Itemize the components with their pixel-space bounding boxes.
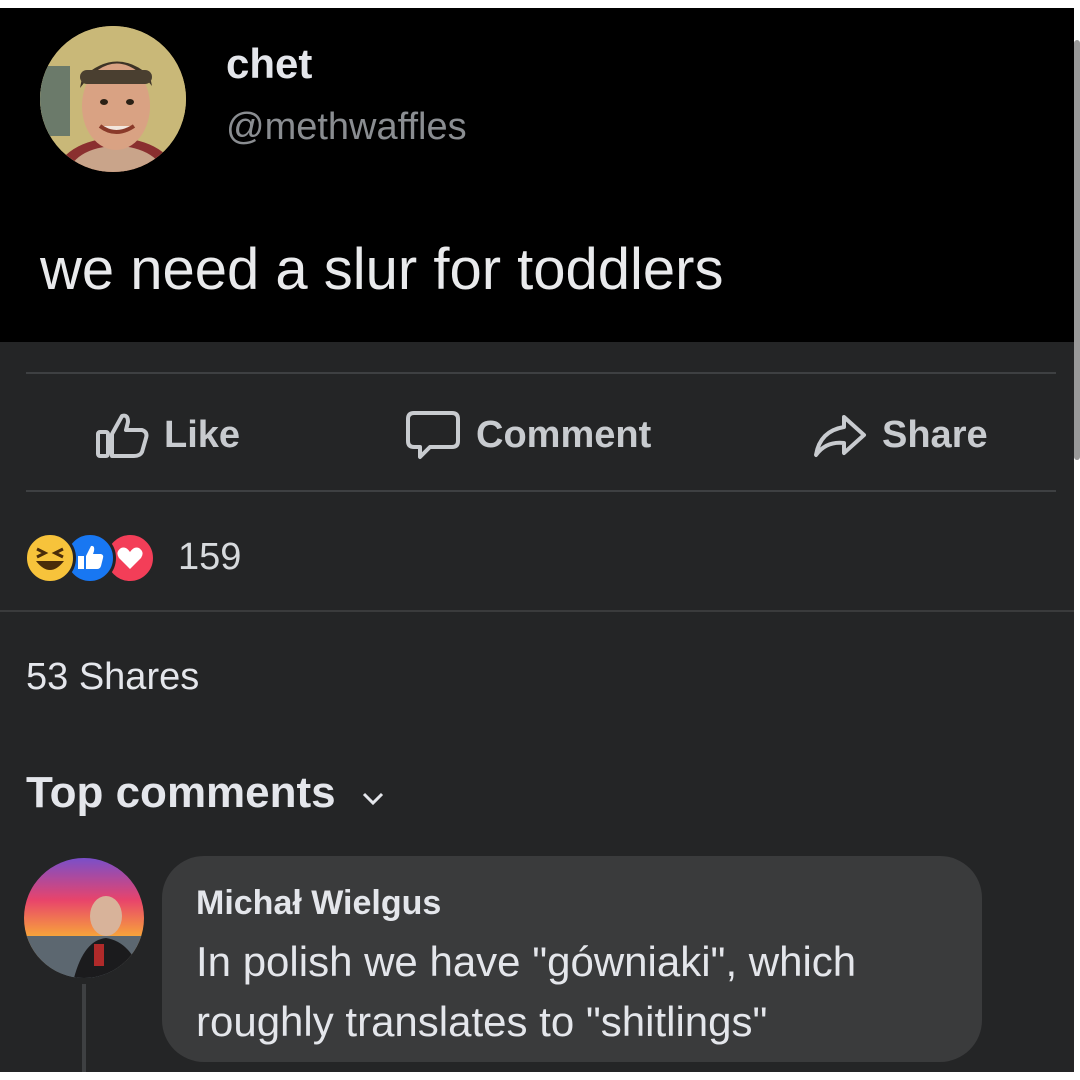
reaction-icons[interactable]	[24, 528, 156, 588]
shares-count[interactable]: 53 Shares	[26, 656, 199, 699]
comment-bubble[interactable]: Michał Wielgus In polish we have "gównia…	[162, 856, 982, 1062]
comment-text: In polish we have "gówniaki", which roug…	[196, 938, 857, 1045]
commenter-avatar[interactable]	[24, 858, 144, 978]
share-button[interactable]: Share	[812, 406, 988, 464]
share-label: Share	[882, 413, 988, 456]
comment-thread-line	[82, 984, 86, 1072]
divider	[26, 372, 1056, 374]
scrollbar[interactable]	[1074, 40, 1080, 460]
speech-bubble-icon	[404, 409, 462, 461]
comment-button[interactable]: Comment	[404, 406, 651, 464]
comment-sort-label: Top comments	[26, 768, 336, 817]
divider	[26, 490, 1056, 492]
reaction-count[interactable]: 159	[178, 536, 241, 579]
chevron-down-icon	[362, 768, 384, 818]
post-text: we need a slur for toddlers	[40, 237, 724, 302]
comment-label: Comment	[476, 413, 652, 456]
divider	[0, 610, 1074, 612]
author-handle[interactable]: @methwaffles	[226, 106, 467, 149]
commenter-photo	[24, 858, 144, 978]
share-arrow-icon	[812, 411, 868, 459]
thumbs-up-icon	[94, 410, 150, 460]
like-label: Like	[164, 413, 241, 456]
comment-sort-dropdown[interactable]: Top comments	[26, 768, 384, 818]
author-photo	[40, 26, 186, 172]
like-button[interactable]: Like	[94, 406, 240, 464]
author-name[interactable]: chet	[226, 40, 312, 88]
author-avatar[interactable]	[40, 26, 186, 172]
commenter-name[interactable]: Michał Wielgus	[196, 884, 441, 923]
post-header: chet @methwaffles we need a slur for tod…	[0, 8, 1074, 342]
haha-reaction-icon	[24, 532, 76, 584]
post-card: chet @methwaffles we need a slur for tod…	[0, 8, 1074, 1072]
